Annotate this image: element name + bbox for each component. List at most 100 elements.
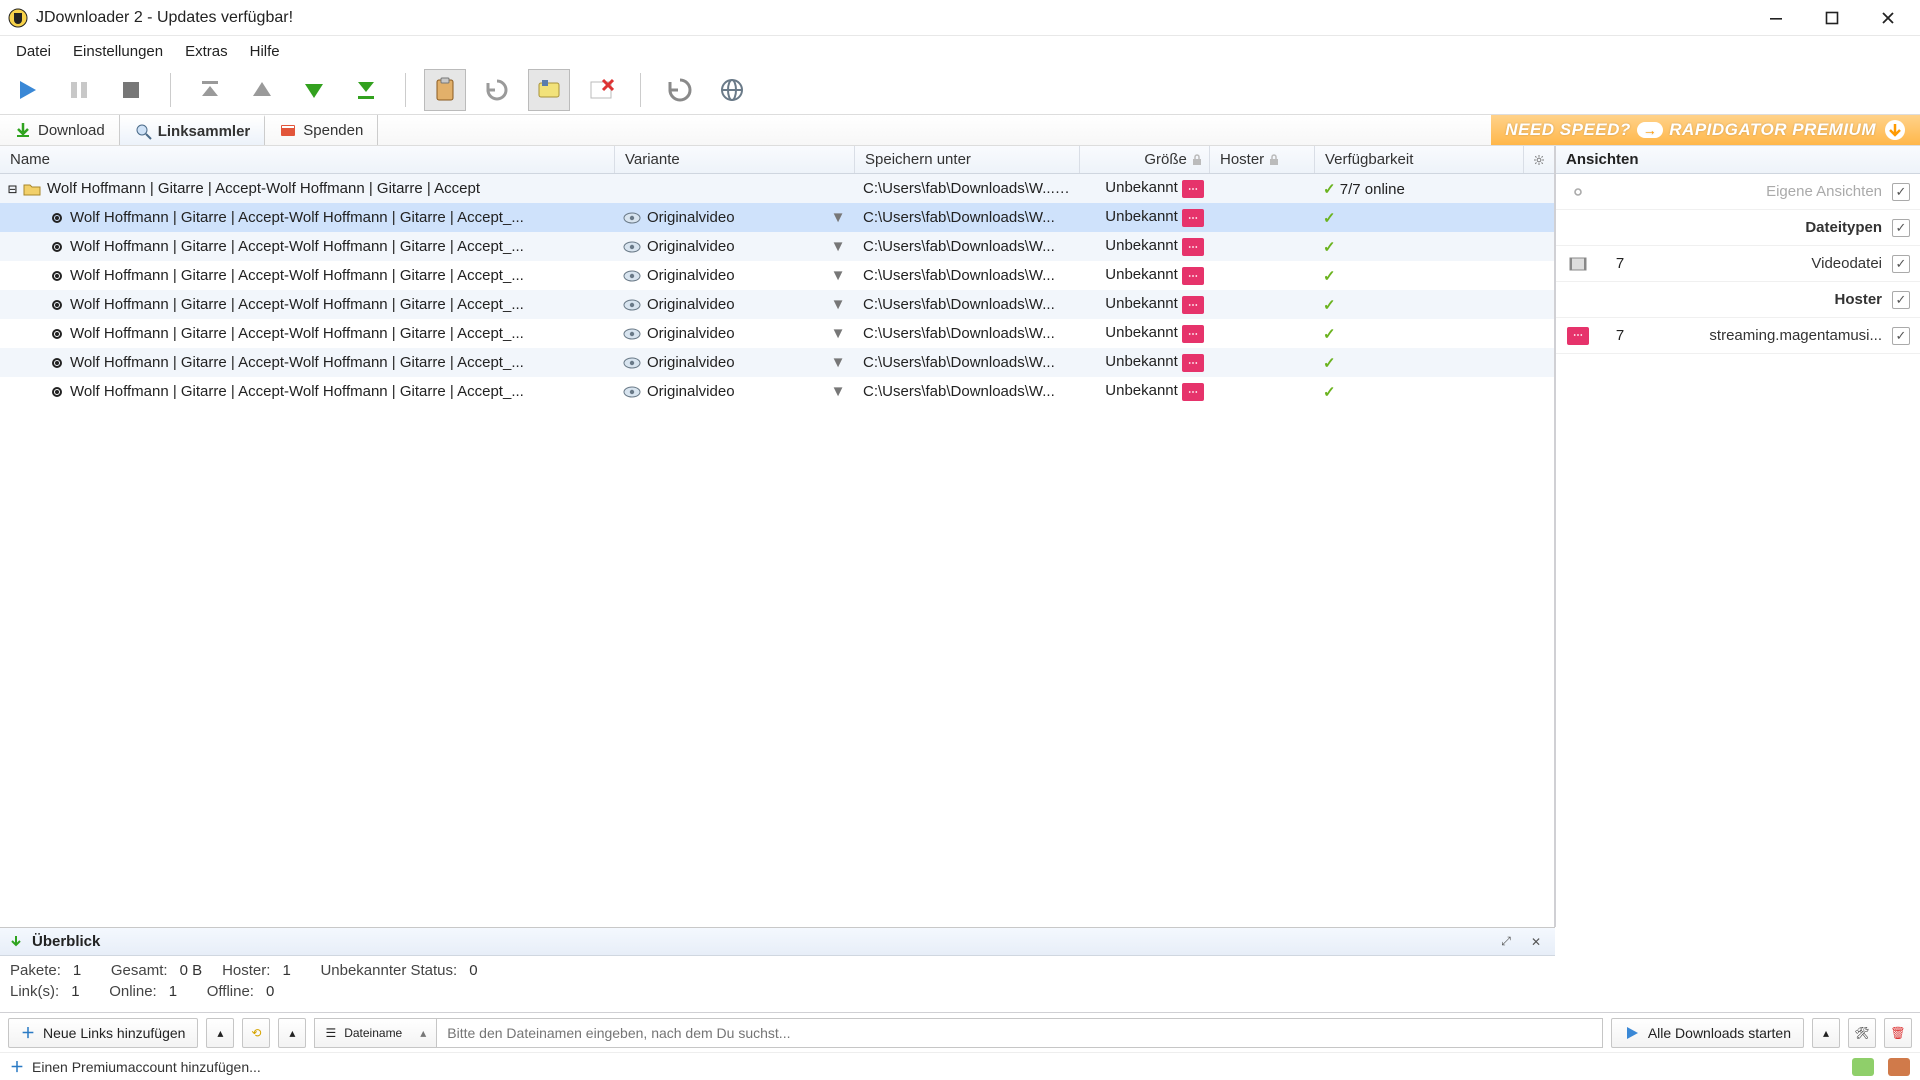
table-settings-button[interactable] [1524,146,1554,173]
eye-icon [623,241,641,253]
tab-linksammler[interactable]: Linksammler [120,115,266,145]
link-row[interactable]: Wolf Hoffmann | Gitarre | Accept-Wolf Ho… [0,261,1554,290]
pause-button[interactable] [58,69,100,111]
play-button[interactable] [6,69,48,111]
start-all-button[interactable]: Alle Downloads starten [1611,1018,1804,1048]
tab-download[interactable]: Download [0,115,120,145]
menu-extras[interactable]: Extras [175,39,238,64]
link-name: Wolf Hoffmann | Gitarre | Accept-Wolf Ho… [70,209,524,226]
move-down-button[interactable] [293,69,335,111]
col-hoster[interactable]: Hoster [1210,146,1315,173]
film-icon [1566,257,1590,271]
link-name: Wolf Hoffmann | Gitarre | Accept-Wolf Ho… [70,267,524,284]
add-links-dropdown[interactable]: ▴ [206,1018,234,1048]
collapse-icon[interactable]: ⊟ [8,180,17,198]
clipboard-watch-button[interactable] [424,69,466,111]
search-input[interactable] [436,1018,1603,1048]
delete-button[interactable] [580,69,622,111]
tab-download-label: Download [38,122,105,139]
move-top-button[interactable] [189,69,231,111]
col-groesse-label: Größe [1144,151,1187,168]
wrench-icon: 🛠 [1854,1026,1869,1040]
col-name[interactable]: Name [0,146,615,173]
update-button[interactable] [659,69,701,111]
banner-text-1: NEED SPEED? [1505,120,1630,140]
reconnect-button[interactable] [476,69,518,111]
col-hoster-label: Hoster [1220,151,1264,168]
hoster-header: Hoster ✓ [1556,282,1920,318]
move-bottom-button[interactable] [345,69,387,111]
undo-button[interactable]: ⟲ [242,1018,270,1048]
menu-einstellungen[interactable]: Einstellungen [63,39,173,64]
add-premium-link[interactable]: Einen Premiumaccount hinzufügen... [32,1059,261,1075]
checkbox-videodatei[interactable]: ✓ [1892,255,1910,273]
expand-icon[interactable]: ⤢ [1495,931,1517,953]
checkbox-hoster-magenta[interactable]: ✓ [1892,327,1910,345]
filetype-video-row[interactable]: 7 Videodatei ✓ [1556,246,1920,282]
sidebar-title: Ansichten [1556,146,1920,174]
variant-dropdown[interactable]: ▼ [829,238,847,255]
folder-icon [23,182,41,196]
link-size: Unbekannt [1105,382,1178,399]
undo-dropdown[interactable]: ▴ [278,1018,306,1048]
checkbox-hoster-all[interactable]: ✓ [1892,291,1910,309]
eye-icon [623,328,641,340]
search-mode-button[interactable]: ☰ Dateiname ▴ [314,1018,436,1048]
rapidgator-banner[interactable]: NEED SPEED? → RAPIDGATOR PREMIUM [1491,115,1920,145]
link-size: Unbekannt [1105,324,1178,341]
download-small-icon [8,934,24,950]
tab-spenden-label: Spenden [303,122,363,139]
gear-icon [1566,184,1590,200]
variant-dropdown[interactable]: ▼ [829,209,847,226]
add-links-button[interactable]: ＋ Neue Links hinzufügen [8,1018,198,1048]
check-icon: ✓ [1323,268,1336,285]
status-icon-2[interactable] [1888,1058,1910,1076]
delete-mode-button[interactable]: 🗑 [1884,1018,1912,1048]
stop-button[interactable] [110,69,152,111]
link-row[interactable]: Wolf Hoffmann | Gitarre | Accept-Wolf Ho… [0,348,1554,377]
variant-dropdown[interactable]: ▼ [829,354,847,371]
link-name: Wolf Hoffmann | Gitarre | Accept-Wolf Ho… [70,325,524,342]
start-all-dropdown[interactable]: ▴ [1812,1018,1840,1048]
lock-icon [1268,154,1280,166]
menu-hilfe[interactable]: Hilfe [240,39,290,64]
tab-spenden[interactable]: Spenden [265,115,378,145]
close-button[interactable] [1860,0,1916,36]
link-row[interactable]: Wolf Hoffmann | Gitarre | Accept-Wolf Ho… [0,232,1554,261]
link-row[interactable]: Wolf Hoffmann | Gitarre | Accept-Wolf Ho… [0,377,1554,406]
menu-datei[interactable]: Datei [6,39,61,64]
plus-icon: ＋ [21,1023,35,1043]
status-icon-1[interactable] [1852,1058,1874,1076]
checkbox-own-views[interactable]: ✓ [1892,183,1910,201]
package-row[interactable]: ⊟Wolf Hoffmann | Gitarre | Accept-Wolf H… [0,174,1554,203]
variant-dropdown[interactable]: ▼ [829,325,847,342]
eye-icon [623,357,641,369]
link-row[interactable]: Wolf Hoffmann | Gitarre | Accept-Wolf Ho… [0,319,1554,348]
col-verfuegbarkeit[interactable]: Verfügbarkeit [1315,146,1524,173]
globe-settings-button[interactable] [711,69,753,111]
move-up-button[interactable] [241,69,283,111]
overview-panel: Überblick ⤢ ✕ Pakete:1 Gesamt:0 B Hoster… [0,927,1555,1012]
link-row[interactable]: Wolf Hoffmann | Gitarre | Accept-Wolf Ho… [0,203,1554,232]
maximize-button[interactable] [1804,0,1860,36]
link-path: C:\Users\fab\Downloads\W... [855,296,1080,313]
minimize-button[interactable] [1748,0,1804,36]
link-path: C:\Users\fab\Downloads\W... [855,238,1080,255]
col-speichern[interactable]: Speichern unter [855,146,1080,173]
col-groesse[interactable]: Größe [1080,146,1210,173]
statusbar: ＋ Einen Premiumaccount hinzufügen... [0,1052,1920,1080]
plus-icon: ＋ [10,1057,24,1077]
search-area: ☰ Dateiname ▴ [314,1018,1602,1048]
table-body[interactable]: ⊟ Wolf Hoffmann | Gitarre | Accept-Wolf H… [0,174,1554,927]
col-variante[interactable]: Variante [615,146,855,173]
variant-dropdown[interactable]: ▼ [829,296,847,313]
package-display-button[interactable] [528,69,570,111]
link-row[interactable]: Wolf Hoffmann | Gitarre | Accept-Wolf Ho… [0,290,1554,319]
own-views-row[interactable]: Eigene Ansichten ✓ [1556,174,1920,210]
checkbox-filetypes[interactable]: ✓ [1892,219,1910,237]
variant-dropdown[interactable]: ▼ [829,383,847,400]
tools-button[interactable]: 🛠 [1848,1018,1876,1048]
close-icon[interactable]: ✕ [1525,931,1547,953]
hoster-magenta-row[interactable]: ⋯ 7 streaming.magentamusi... ✓ [1556,318,1920,354]
variant-dropdown[interactable]: ▼ [829,267,847,284]
